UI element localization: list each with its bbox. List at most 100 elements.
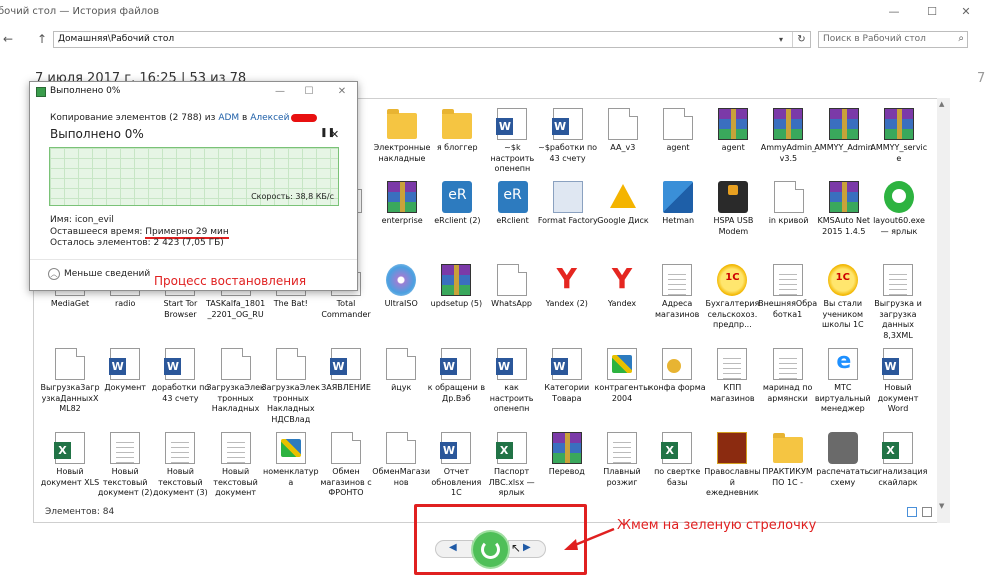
copy-to-link[interactable]: Алексей xyxy=(250,113,289,123)
file-item[interactable]: KMSAuto Net 2015 1.4.5 xyxy=(814,181,874,263)
minimize-button[interactable]: — xyxy=(880,2,908,22)
file-item[interactable]: по свертке базы xyxy=(647,432,707,514)
file-item[interactable]: in кривой xyxy=(759,181,819,263)
file-item[interactable]: Бухгалтерия сельскохоз. предпр... xyxy=(702,264,762,346)
file-item[interactable]: Перевод xyxy=(537,432,597,514)
doc-file-icon xyxy=(386,432,417,464)
items-left-label: Осталось элементов: 2 423 (7,05 ГБ) xyxy=(50,238,224,248)
previous-version-button[interactable]: ◀ xyxy=(435,540,473,558)
file-item[interactable]: Новый текстовый документ (2) xyxy=(95,432,155,514)
file-item[interactable]: Вы стали учеником школы 1С xyxy=(813,264,873,346)
file-item[interactable]: к обращени в Др.Вэб xyxy=(426,348,486,430)
file-item[interactable]: Новый текстовый документ xyxy=(206,432,266,514)
file-label: agent xyxy=(721,143,745,152)
search-input[interactable]: Поиск в Рабочий стол ⌕ xyxy=(818,31,968,48)
file-item[interactable]: МТС виртуальный менеджер xyxy=(813,348,873,430)
file-item[interactable]: layout60.exe — ярлык xyxy=(869,181,929,263)
copy-prefix: Копирование элементов (2 788) из xyxy=(50,113,219,123)
refresh-icon[interactable]: ↻ xyxy=(792,32,810,47)
less-details-button[interactable]: ︿ Меньше сведений xyxy=(48,268,150,280)
file-item[interactable]: ~$работки по 43 счету xyxy=(538,108,598,190)
file-item[interactable]: Адреса магазинов xyxy=(647,264,707,346)
file-item[interactable]: eRclient (2) xyxy=(427,181,487,263)
file-item[interactable]: КПП магазинов xyxy=(702,348,762,430)
scroll-down-icon[interactable]: ▼ xyxy=(939,502,944,510)
details-view-icon[interactable] xyxy=(907,507,917,517)
text-file-icon xyxy=(772,264,803,296)
file-item[interactable]: Выгрузка3агрузкаДанныхXML82 xyxy=(40,348,100,430)
file-item[interactable]: Электронные накладные xyxy=(372,108,432,190)
file-item[interactable]: Паспорт ЛВС.xlsx — ярлык xyxy=(482,432,542,514)
file-item[interactable]: AMMYY_Admin xyxy=(814,108,874,190)
file-item[interactable]: конфа форма xyxy=(647,348,707,430)
file-item[interactable]: Hetman xyxy=(648,181,708,263)
file-item[interactable]: ЗагрузкаЭлектронных Накладных xyxy=(206,348,266,430)
dialog-minimize-button[interactable]: — xyxy=(271,84,289,100)
file-item[interactable]: Новый документ XLS xyxy=(40,432,100,514)
file-item[interactable]: я блоггер xyxy=(427,108,487,190)
file-item[interactable]: AA_v3 xyxy=(593,108,653,190)
file-item[interactable]: ПРАКТИКУМ ПО 1С - xyxy=(758,432,818,514)
file-item[interactable]: Новый текстовый документ (3) xyxy=(150,432,210,514)
file-item[interactable]: UltraISO xyxy=(371,264,431,346)
file-item[interactable]: Обмен магазинов с ФРОНТО xyxy=(316,432,376,514)
file-item[interactable]: agent xyxy=(703,108,763,190)
file-item[interactable]: доработки по 43 счету xyxy=(150,348,210,430)
dialog-close-button[interactable]: ✕ xyxy=(333,84,351,100)
file-item[interactable]: ОбменМагазинов xyxy=(371,432,431,514)
file-item[interactable]: как настроить опенепн xyxy=(482,348,542,430)
file-item[interactable]: AmmyAdmin_v3.5 xyxy=(758,108,818,190)
file-item[interactable]: Категории Товара xyxy=(537,348,597,430)
copy-progress-dialog: Выполнено 0% — ☐ ✕ Копирование элементов… xyxy=(29,81,358,291)
vertical-scrollbar[interactable]: ▲ ▼ xyxy=(937,98,950,523)
file-item[interactable]: Выгрузка и загрузка данных 8,3XML xyxy=(868,264,928,346)
gdrive-file-icon xyxy=(608,181,638,213)
copy-from-link[interactable]: ADM xyxy=(218,113,239,123)
file-item[interactable]: agent xyxy=(648,108,708,190)
yandex-file-icon xyxy=(552,264,582,296)
file-item[interactable]: Православный ежедневник xyxy=(702,432,762,514)
file-item[interactable]: ВнешняяОбработка1 xyxy=(758,264,818,346)
file-item[interactable]: распечатать схему xyxy=(813,432,873,514)
file-item[interactable]: ЗагрузкаЭлектронных Накладных НДСВлад xyxy=(261,348,321,430)
file-item[interactable]: йцук xyxy=(371,348,431,430)
doc-file-icon xyxy=(55,348,85,380)
file-item[interactable]: updsetup (5) xyxy=(426,264,486,346)
chevron-down-icon[interactable]: ▾ xyxy=(774,32,788,47)
file-item[interactable]: маринад по армянски xyxy=(758,348,818,430)
file-item[interactable]: Плавный розжиг xyxy=(592,432,652,514)
file-label: доработки по 43 счету xyxy=(151,383,210,403)
file-item[interactable]: ~$k настроить опенепн xyxy=(482,108,542,190)
file-label: AMMYY_service xyxy=(870,143,928,163)
file-item[interactable]: Новый документ Word xyxy=(868,348,928,430)
rar-file-icon xyxy=(773,108,804,140)
file-item[interactable]: Yandex xyxy=(592,264,652,346)
file-item[interactable]: WhatsApp xyxy=(482,264,542,346)
address-bar[interactable]: Домашняя\Рабочий стол ▾ ↻ xyxy=(53,31,811,48)
search-icon[interactable]: ⌕ xyxy=(958,33,964,44)
file-item[interactable]: enterprise xyxy=(372,181,432,263)
file-item[interactable]: eRclient xyxy=(483,181,543,263)
file-item[interactable]: Format Factory xyxy=(538,181,598,263)
file-item[interactable]: Документ xyxy=(95,348,155,430)
dialog-maximize-button[interactable]: ☐ xyxy=(300,84,318,100)
cancel-icon[interactable]: ✕ xyxy=(330,128,339,141)
file-item[interactable]: Yandex (2) xyxy=(537,264,597,346)
file-item[interactable]: номенклатура xyxy=(261,432,321,514)
up-arrow-icon[interactable]: ↑ xyxy=(34,31,50,47)
close-button[interactable]: ✕ xyxy=(952,2,980,22)
back-arrow-icon[interactable]: ← xyxy=(0,31,16,47)
large-icons-view-icon[interactable] xyxy=(922,507,932,517)
file-item[interactable]: HSPA USB Modem xyxy=(703,181,763,263)
file-item[interactable]: контрагенты2004 xyxy=(592,348,652,430)
file-item[interactable]: сигнализация скайларк xyxy=(868,432,928,514)
window-title: бочий стол — История файлов xyxy=(0,6,160,17)
file-item[interactable]: AMMYY_service xyxy=(869,108,929,190)
file-item[interactable]: Google Диск xyxy=(593,181,653,263)
rar-file-icon xyxy=(441,264,472,296)
file-item[interactable]: ЗАЯВЛЕНИЕ xyxy=(316,348,376,430)
maximize-button[interactable]: ☐ xyxy=(918,2,946,22)
scroll-up-icon[interactable]: ▲ xyxy=(939,100,944,108)
file-item[interactable]: Отчет обновления 1С xyxy=(426,432,486,514)
restore-button[interactable] xyxy=(473,532,508,567)
